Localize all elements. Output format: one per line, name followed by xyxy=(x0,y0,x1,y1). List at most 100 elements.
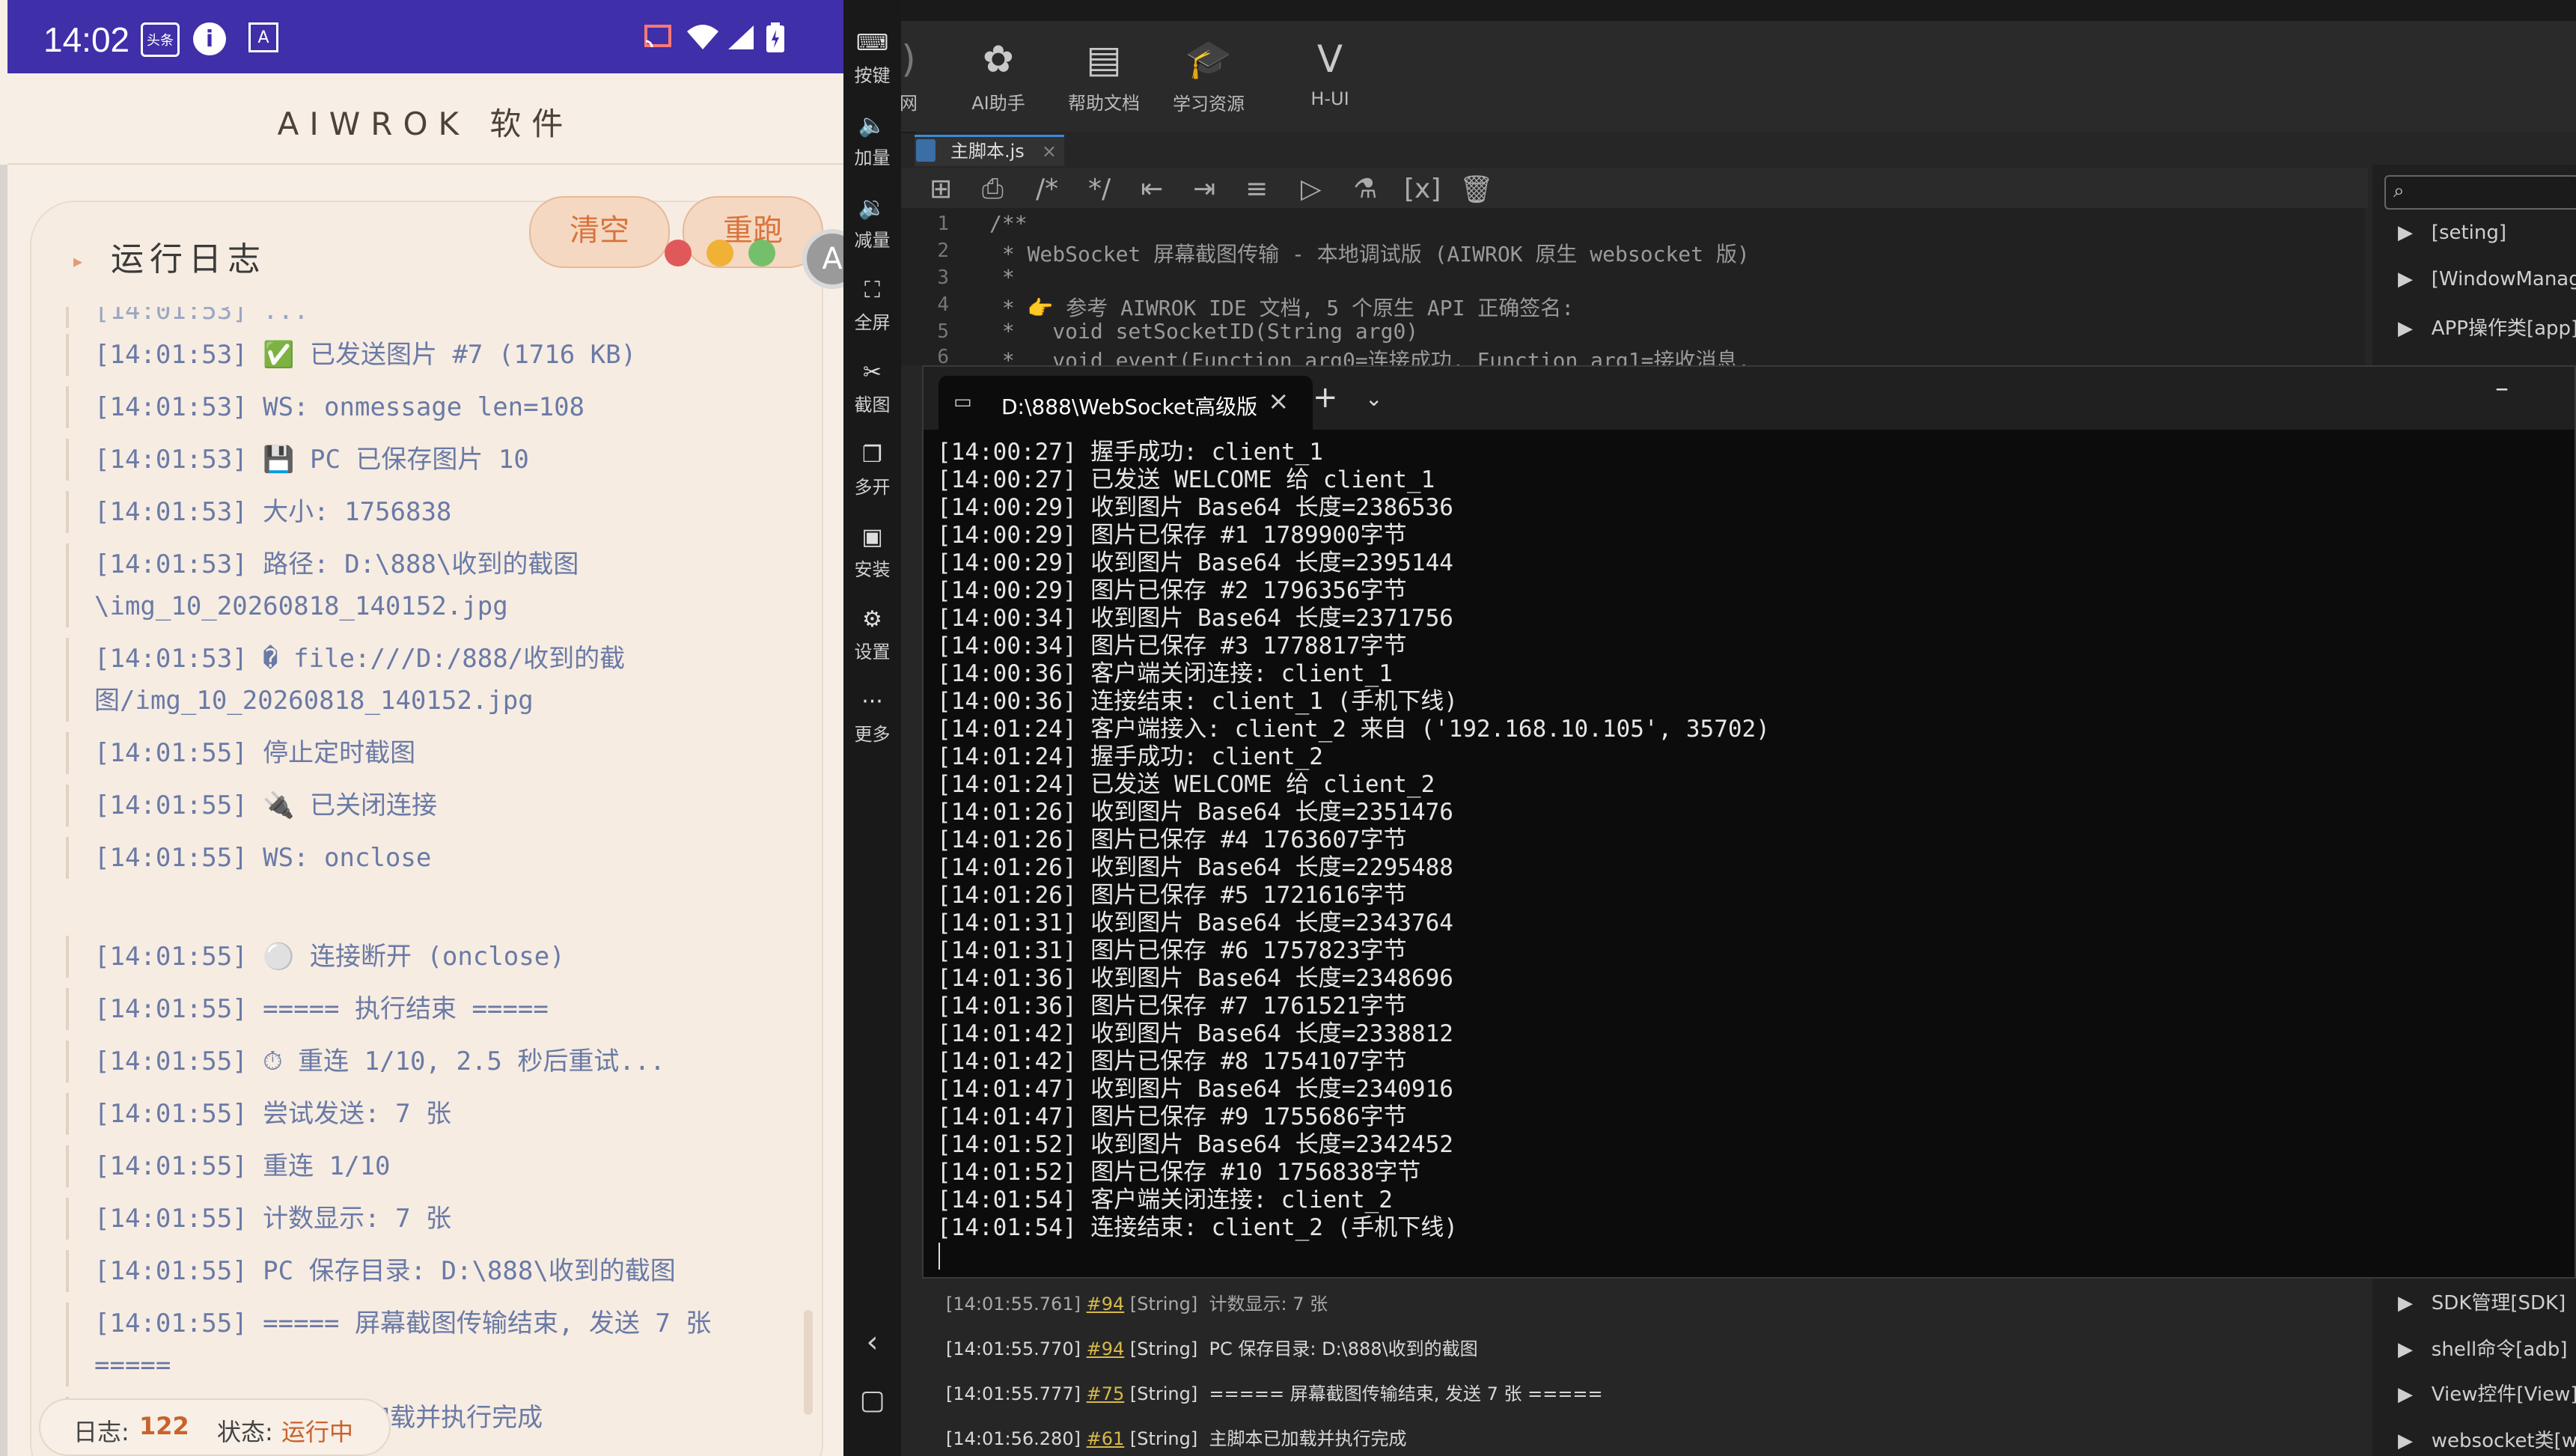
console-line: [14:01:56.280] #61 [String] 主脚本已加载并执行完成 xyxy=(946,1424,1407,1450)
console-ref-link[interactable]: #75 xyxy=(1087,1383,1125,1404)
tree-item-label: [seting] xyxy=(2431,222,2507,244)
learning-button[interactable]: 🎓 学习资源 xyxy=(1153,37,1265,115)
tree-item-websocket[interactable]: ▶ websocket类[we xyxy=(2398,1425,2576,1453)
terminal-line: [14:01:24] 客户端接入: client_2 来自 ('192.168.… xyxy=(937,716,1770,743)
log-entry: [14:01:55] PC 保存目录: D:\888\收到的截图 xyxy=(66,1250,808,1292)
status-footer: 日志: 122 状态: 运行中 xyxy=(39,1398,391,1456)
log-title: 运行日志 xyxy=(111,240,267,278)
a-app-icon: A xyxy=(248,22,278,52)
more-label: 更多 xyxy=(854,724,891,745)
console-line: [14:01:55.761] #94 [String] 计数显示: 7 张 xyxy=(946,1289,1328,1315)
state-value: 运行中 xyxy=(281,1418,354,1446)
app-header: AIWROK 软件 xyxy=(7,73,843,165)
format-icon[interactable]: ≡ xyxy=(1245,174,1268,204)
print-icon[interactable]: ⎙ xyxy=(982,174,1004,205)
toolbar-partial-button[interactable]: ) 网 xyxy=(871,37,946,115)
add-icon[interactable]: ⊞ xyxy=(930,174,952,204)
new-tab-icon[interactable]: + xyxy=(1313,380,1338,415)
console-ref-link[interactable]: #94 xyxy=(1087,1294,1125,1315)
log-entry: [14:01:53] ✅ 已发送图片 #7 (1716 KB) xyxy=(66,334,808,376)
code-editor[interactable]: 1 /** 2 * WebSocket 屏幕截图传输 - 本地调试版 (AIWR… xyxy=(901,208,2365,373)
minimize-icon[interactable]: – xyxy=(2495,373,2509,403)
tree-item-windowmanager[interactable]: ▶ [WindowManage xyxy=(2398,268,2576,290)
tree-search-input[interactable]: ⌕ xyxy=(2384,175,2576,210)
fullscreen-button[interactable]: ⛶ 全屏 xyxy=(843,277,901,334)
volume-down-button[interactable]: 🔉 减量 xyxy=(843,195,901,252)
ai-assistant-button[interactable]: ✿ AI助手 xyxy=(942,37,1054,115)
tree-item-label: SDK管理[SDK] xyxy=(2431,1292,2566,1315)
log-list: [14:01:53] ... [14:01:53] ✅ 已发送图片 #7 (17… xyxy=(66,307,808,1439)
home-button[interactable]: ▢ xyxy=(843,1385,901,1416)
tab-close-icon[interactable]: × xyxy=(1268,386,1289,416)
line-number: 2 xyxy=(937,240,949,262)
console-time: [14:01:56.280] xyxy=(946,1428,1081,1449)
comment-icon[interactable]: /* xyxy=(1036,174,1058,204)
screenshot-button[interactable]: ✂ 截图 xyxy=(843,359,901,416)
terminal-output[interactable]: [14:00:27] 握手成功: client_1 [14:00:27] 已发送 … xyxy=(937,439,1770,1242)
phone-screen: 14:02 头条 i A AIWROK 软件 ▸ 运行日志 清空 重跑 A [14… xyxy=(0,0,843,1456)
ide-top-strip xyxy=(901,0,2576,21)
log-entry: [14:01:55] ⏱ 重连 1/10, 2.5 秒后重试... xyxy=(66,1041,808,1082)
volume-up-icon: 🔈 xyxy=(858,112,887,138)
terminal-line: [14:01:47] 图片已保存 #9 1755686字节 xyxy=(937,1103,1407,1130)
trash-icon[interactable]: 🗑 xyxy=(1459,174,1494,205)
multi-window-icon: ❐ xyxy=(862,442,882,468)
indent-icon[interactable]: ⇤ xyxy=(1141,174,1163,204)
terminal-line: [14:01:31] 图片已保存 #6 1757823字节 xyxy=(937,937,1407,964)
code-line: /** xyxy=(989,211,1028,236)
tab-main-script[interactable]: 主脚本.js × xyxy=(915,135,1064,166)
log-entry: [14:01:53] 💾 PC 已保存图片 10 xyxy=(66,439,808,481)
run-icon[interactable]: ▷ xyxy=(1301,174,1322,204)
volume-up-label: 加量 xyxy=(854,147,891,168)
settings-button[interactable]: ⚙ 设置 xyxy=(843,606,901,663)
console-type: [String] xyxy=(1129,1294,1198,1315)
tab-close-icon[interactable]: × xyxy=(1042,137,1057,165)
line-number: 3 xyxy=(937,266,949,289)
multi-open-button[interactable]: ❐ 多开 xyxy=(843,442,901,499)
terminal-line: [14:01:47] 收到图片 Base64 长度=2340916 xyxy=(937,1076,1453,1103)
flask-icon[interactable]: ⚗ xyxy=(1353,174,1377,204)
log-entry: [14:01:53] WS: onmessage len=108 xyxy=(66,386,808,428)
log-entry: [14:01:53] 路径: D:\888\收到的截图\img_10_20260… xyxy=(66,543,633,627)
outdent-icon[interactable]: ⇥ xyxy=(1193,174,1215,204)
log-count-value: 122 xyxy=(139,1412,189,1440)
terminal-line: [14:01:24] 已发送 WELCOME 给 client_2 xyxy=(937,771,1435,798)
back-button[interactable]: ‹ xyxy=(843,1325,901,1359)
install-button[interactable]: ▣ 安装 xyxy=(843,524,901,581)
terminal-line: [14:01:42] 收到图片 Base64 长度=2338812 xyxy=(937,1020,1453,1047)
console-type: [String] xyxy=(1129,1428,1198,1449)
h-ui-button[interactable]: V H-UI xyxy=(1274,37,1386,109)
tree-item-sdk[interactable]: ▶ SDK管理[SDK] xyxy=(2398,1288,2566,1315)
terminal-line: [14:00:29] 图片已保存 #2 1796356字节 xyxy=(937,577,1407,604)
uncomment-icon[interactable]: */ xyxy=(1088,174,1111,204)
editor-tabs xyxy=(916,132,2576,166)
more-button[interactable]: ··· 更多 xyxy=(843,689,901,746)
js-file-icon xyxy=(916,139,936,162)
volume-up-button[interactable]: 🔈 加量 xyxy=(843,112,901,169)
log-entry: [14:01:55] 🔌 已关闭连接 xyxy=(66,785,808,826)
clear-button[interactable]: 清空 xyxy=(529,196,670,268)
terminal-tab[interactable]: ▭ D:\888\WebSocket高级版 × xyxy=(938,376,1313,430)
variable-icon[interactable]: [x] xyxy=(1404,174,1441,204)
tree-item-label: [WindowManage xyxy=(2431,268,2576,290)
log-entry: [14:01:53] � file:///D:/888/收到的截图/img_10… xyxy=(66,638,663,722)
terminal-line: [14:00:34] 图片已保存 #3 1778817字节 xyxy=(937,633,1407,660)
chevron-down-icon[interactable]: ⌄ xyxy=(1365,386,1382,411)
terminal-line: [14:01:54] 客户端关闭连接: client_2 xyxy=(937,1187,1393,1213)
help-docs-label: 帮助文档 xyxy=(1068,93,1140,114)
settings-icon: ⚙ xyxy=(862,606,882,633)
tree-item-adb[interactable]: ▶ shell命令[adb] xyxy=(2398,1334,2568,1362)
console-line: [14:01:55.770] #94 [String] PC 保存目录: D:\… xyxy=(946,1334,1478,1360)
status-time: 14:02 xyxy=(43,20,130,59)
scrollbar-thumb[interactable] xyxy=(804,1310,813,1415)
tree-item-seting[interactable]: ▶ [seting] xyxy=(2398,222,2506,244)
tree-item-app[interactable]: ▶ APP操作类[app] xyxy=(2398,313,2576,341)
tree-item-view[interactable]: ▶ View控件[View] xyxy=(2398,1379,2576,1407)
terminal-line: [14:00:27] 握手成功: client_1 xyxy=(937,439,1323,466)
wifi-icon xyxy=(685,22,721,52)
console-ref-link[interactable]: #94 xyxy=(1087,1338,1125,1359)
help-docs-button[interactable]: ▤ 帮助文档 xyxy=(1048,37,1160,115)
console-ref-link[interactable]: #61 xyxy=(1087,1428,1125,1449)
tree-item-label: APP操作类[app] xyxy=(2431,317,2576,340)
terminal-line: [14:01:52] 收到图片 Base64 长度=2342452 xyxy=(937,1131,1453,1158)
